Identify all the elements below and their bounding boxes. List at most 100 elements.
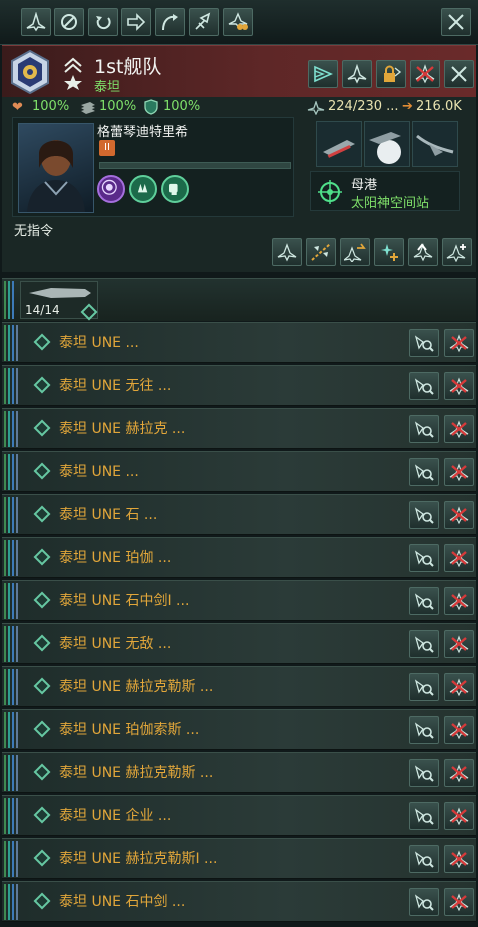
- home-port[interactable]: 母港 太阳神空间站: [310, 171, 460, 211]
- add-ship-button[interactable]: [442, 238, 472, 266]
- ship-diamond-icon: [33, 419, 51, 437]
- ship-row[interactable]: 泰坦 UNE 无往 ...: [2, 365, 476, 406]
- ship-class-icon[interactable]: [316, 121, 362, 167]
- rank-chevron-icon: [62, 56, 84, 90]
- remove-ship-button[interactable]: [444, 673, 474, 701]
- ship-name[interactable]: 泰坦 UNE 石 ...: [59, 504, 157, 524]
- remove-ship-button[interactable]: [444, 630, 474, 658]
- remove-ship-button[interactable]: [444, 415, 474, 443]
- ship-row[interactable]: 泰坦 UNE 企业 ...: [2, 795, 476, 836]
- inspect-ship-button[interactable]: [409, 630, 439, 658]
- ship-row[interactable]: 泰坦 UNE 赫拉克勒斯 ...: [2, 666, 476, 707]
- ship-name[interactable]: 泰坦 UNE 无往 ...: [59, 375, 171, 395]
- ship-diamond-icon: [33, 720, 51, 738]
- ship-name[interactable]: 泰坦 UNE 企业 ...: [59, 805, 171, 825]
- ship-name[interactable]: 泰坦 UNE 珀伽索斯 ...: [59, 719, 199, 739]
- lock-button[interactable]: [376, 60, 406, 88]
- fleet-name[interactable]: 1st舰队: [94, 52, 161, 79]
- return-icon[interactable]: [88, 8, 118, 36]
- inspect-ship-button[interactable]: [409, 673, 439, 701]
- ship-name[interactable]: 泰坦 UNE 珀伽 ...: [59, 547, 171, 567]
- trait-organizer-icon[interactable]: [129, 175, 157, 203]
- inspect-ship-button[interactable]: [409, 458, 439, 486]
- ship-name[interactable]: 泰坦 UNE 石中剑I ...: [59, 590, 189, 610]
- ship-name[interactable]: 泰坦 UNE 赫拉克 ...: [59, 418, 185, 438]
- close-icon: [448, 14, 464, 30]
- ship-class-icon[interactable]: [364, 121, 410, 167]
- remove-ship-button[interactable]: [444, 759, 474, 787]
- ship-row[interactable]: 泰坦 UNE 珀伽索斯 ...: [2, 709, 476, 750]
- admiral-name[interactable]: 格蕾琴迪特里希: [97, 121, 188, 140]
- remove-ship-button[interactable]: [444, 845, 474, 873]
- inspect-ship-button[interactable]: [409, 759, 439, 787]
- sparkle-add-button[interactable]: [374, 238, 404, 266]
- ship-status-stripes: [4, 411, 22, 447]
- remove-ship-button[interactable]: [444, 372, 474, 400]
- ship-name[interactable]: 泰坦 UNE 赫拉克勒斯 ...: [59, 676, 213, 696]
- ship-row[interactable]: 泰坦 UNE 赫拉克勒斯I ...: [2, 838, 476, 879]
- ship-design-button[interactable]: [342, 60, 372, 88]
- inspect-ship-button[interactable]: [409, 888, 439, 916]
- ship-row[interactable]: 泰坦 UNE 石中剑 ...: [2, 881, 476, 922]
- no-entry-icon[interactable]: [54, 8, 84, 36]
- ship-row[interactable]: 泰坦 UNE ...: [2, 451, 476, 492]
- inspect-ship-button[interactable]: [409, 372, 439, 400]
- trait-psionic-icon[interactable]: [97, 175, 125, 203]
- fleet-icon[interactable]: [21, 8, 51, 36]
- disband-button[interactable]: [410, 60, 440, 88]
- sparkle-add-icon: [381, 244, 398, 261]
- ship-row[interactable]: 泰坦 UNE 无敌 ...: [2, 623, 476, 664]
- inspect-ship-button[interactable]: [409, 501, 439, 529]
- reinforce-button[interactable]: [340, 238, 370, 266]
- ship-row[interactable]: 泰坦 UNE 石中剑I ...: [2, 580, 476, 621]
- fleet-emblem: [10, 49, 50, 95]
- move-fleet-button[interactable]: [308, 60, 338, 88]
- ship-name[interactable]: 泰坦 UNE ...: [59, 461, 139, 481]
- inspect-ship-button[interactable]: [409, 415, 439, 443]
- remove-ship-button[interactable]: [444, 458, 474, 486]
- binoculars-icon[interactable]: [223, 8, 253, 36]
- inspect-ship-button[interactable]: [409, 329, 439, 357]
- close-header-button[interactable]: [444, 60, 474, 88]
- inspect-ship-button[interactable]: [409, 587, 439, 615]
- remove-ship-button[interactable]: [444, 501, 474, 529]
- ship-name[interactable]: 泰坦 UNE 赫拉克勒斯 ...: [59, 762, 213, 782]
- remove-ship-button[interactable]: [444, 544, 474, 572]
- ship-name[interactable]: 泰坦 UNE ...: [59, 332, 139, 352]
- ship-row[interactable]: 泰坦 UNE ...: [2, 322, 476, 363]
- split-button[interactable]: [306, 238, 336, 266]
- remove-ship-button[interactable]: [444, 888, 474, 916]
- home-port-station[interactable]: 太阳神空间站: [351, 192, 429, 211]
- remove-ship-button[interactable]: [444, 329, 474, 357]
- inspect-ship-button[interactable]: [409, 845, 439, 873]
- trait-fist-icon[interactable]: [161, 175, 189, 203]
- admiral-portrait[interactable]: [18, 123, 94, 213]
- fleet-info-panel: ❤ 100% 100% 100% 224/230 ... ➔ 216.0K 格蕾…: [2, 97, 476, 272]
- inspect-ship-button[interactable]: [409, 716, 439, 744]
- inspect-ship-button[interactable]: [409, 802, 439, 830]
- close-toolbar-button[interactable]: [441, 8, 471, 36]
- merge-icon[interactable]: [189, 8, 219, 36]
- upgrade-arrow-button[interactable]: [408, 238, 438, 266]
- upgrade-fleet-button[interactable]: [272, 238, 302, 266]
- remove-ship-button[interactable]: [444, 716, 474, 744]
- ship-class-icon[interactable]: [412, 121, 458, 167]
- admiral-card[interactable]: 格蕾琴迪特里希 II: [12, 117, 294, 217]
- reinforce-icon: [344, 243, 366, 262]
- orbit-arrow-icon[interactable]: [155, 8, 185, 36]
- ship-row[interactable]: 泰坦 UNE 赫拉克 ...: [2, 408, 476, 449]
- ship-row[interactable]: 泰坦 UNE 石 ...: [2, 494, 476, 535]
- move-arrow-icon[interactable]: [121, 8, 151, 36]
- remove-ship-button[interactable]: [444, 587, 474, 615]
- ship-remove-icon: [449, 635, 469, 654]
- ship-row[interactable]: 泰坦 UNE 赫拉克勒斯 ...: [2, 752, 476, 793]
- ship-name[interactable]: 泰坦 UNE 无敌 ...: [59, 633, 171, 653]
- ship-row[interactable]: 泰坦 UNE 珀伽 ...: [2, 537, 476, 578]
- inspect-ship-button[interactable]: [409, 544, 439, 572]
- ship-name[interactable]: 泰坦 UNE 赫拉克勒斯I ...: [59, 848, 217, 868]
- remove-ship-button[interactable]: [444, 802, 474, 830]
- group-ship-card[interactable]: 14/14: [20, 281, 98, 321]
- ship-group-header[interactable]: 14/14: [2, 278, 476, 321]
- ship-name[interactable]: 泰坦 UNE 石中剑 ...: [59, 891, 185, 911]
- shield-icon: [144, 99, 158, 119]
